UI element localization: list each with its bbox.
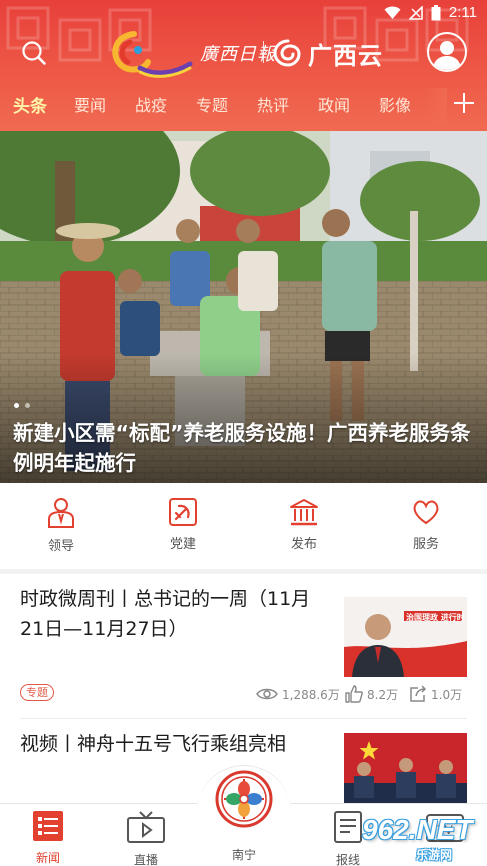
shortcut-party-label: 党建 <box>169 537 196 552</box>
add-channel-button[interactable] <box>450 89 478 117</box>
shortcut-leader-label: 领导 <box>47 539 74 554</box>
battery-icon <box>431 4 441 20</box>
watermark-sub: 乐游网 <box>416 848 453 862</box>
news-thumbnail-image <box>344 585 467 677</box>
tab-politics[interactable]: 政闻 <box>318 92 350 116</box>
tab-epidemic[interactable]: 战疫 <box>135 92 167 116</box>
tv-icon <box>127 811 165 843</box>
share-icon <box>410 685 427 702</box>
carousel-dot[interactable] <box>25 403 30 408</box>
hero-banner[interactable]: 新建小区需“标配”养老服务设施！广西养老服务条例明年起施行 <box>0 131 487 483</box>
status-bar: 2:11 <box>0 0 487 26</box>
leader-icon <box>48 498 74 528</box>
news-title: 时政微周刊丨总书记的一周（11月21日—11月27日） <box>20 588 311 640</box>
tab-headline[interactable]: 头条 <box>13 92 47 117</box>
likes-value: 8.2万 <box>367 687 399 702</box>
heart-icon <box>413 500 439 525</box>
nav-news[interactable]: 新闻 <box>13 810 83 866</box>
brand-separator <box>263 41 264 63</box>
views-value: 1,288.6万 <box>282 687 340 702</box>
shortcut-release-label: 发布 <box>290 537 317 552</box>
watermark-main: 962.NET <box>362 814 473 845</box>
party-emblem-icon <box>169 498 197 526</box>
news-item[interactable]: 时政微周刊丨总书记的一周（11月21日—11月27日） 治国理政 进行时 专题 … <box>0 574 487 714</box>
app-header: 2:11 廣西日報 广西云 头条 要闻 战疫 专题 热评 政闻 影像 <box>0 0 487 131</box>
brand-paper-name: 廣西日報 <box>200 44 276 65</box>
tab-special[interactable]: 专题 <box>196 92 228 116</box>
likes-count[interactable]: 8.2万 <box>345 684 398 704</box>
app-logo-emblem <box>112 31 193 78</box>
eye-icon <box>256 688 278 700</box>
shortcut-release[interactable]: 发布 <box>264 497 344 552</box>
news-thumbnail: 治国理政 进行时 <box>344 585 467 677</box>
topic-tag: 专题 <box>20 684 54 701</box>
thumb-up-icon <box>345 685 363 703</box>
thumbnail-caption: 治国理政 进行时 <box>406 613 465 622</box>
search-button[interactable] <box>18 37 50 69</box>
news-thumbnail-image <box>344 733 467 803</box>
carousel-dots <box>14 403 30 408</box>
hero-caption: 新建小区需“标配”养老服务设施！广西养老服务条例明年起施行 <box>13 421 471 475</box>
shortcut-service-label: 服务 <box>412 537 439 552</box>
nav-nanning-label: 南宁 <box>231 848 256 862</box>
carousel-dot-active[interactable] <box>14 403 19 408</box>
tab-important[interactable]: 要闻 <box>74 92 106 116</box>
tabs-fade <box>425 88 447 126</box>
nav-live[interactable]: 直播 <box>111 810 181 866</box>
wifi-icon <box>384 5 401 19</box>
news-title: 视频丨神舟十五号飞行乘组亮相 <box>20 733 287 755</box>
nav-live-label: 直播 <box>133 853 158 866</box>
nav-news-label: 新闻 <box>35 851 60 865</box>
views-count: 1,288.6万 <box>256 684 340 704</box>
signal-off-icon <box>408 5 423 20</box>
shortcut-service[interactable]: 服务 <box>386 497 466 552</box>
shortcut-grid: 领导 党建 发布 服务 <box>0 483 487 569</box>
brand-row: 廣西日報 广西云 <box>0 26 487 82</box>
user-icon <box>433 41 461 70</box>
shares-value: 1.0万 <box>431 687 463 702</box>
government-building-icon <box>290 499 318 526</box>
search-icon <box>22 41 46 65</box>
user-avatar-button[interactable] <box>427 32 467 72</box>
city-emblem-icon <box>215 770 273 828</box>
tab-commentary[interactable]: 热评 <box>257 92 289 116</box>
channel-tabs: 头条 要闻 战疫 专题 热评 政闻 影像 <box>0 88 487 126</box>
cloud-logo-icon <box>273 39 301 67</box>
status-time: 2:11 <box>448 4 477 21</box>
news-list-icon <box>33 811 63 841</box>
site-watermark: 962.NET 乐游网 <box>350 812 485 862</box>
tab-images[interactable]: 影像 <box>379 92 411 116</box>
brand-cloud-name: 广西云 <box>308 42 383 70</box>
shortcut-party[interactable]: 党建 <box>143 497 223 552</box>
nav-nanning-button[interactable] <box>214 769 274 829</box>
news-thumbnail <box>344 733 467 803</box>
shortcut-leader[interactable]: 领导 <box>21 497 101 554</box>
shares-count[interactable]: 1.0万 <box>409 684 462 704</box>
